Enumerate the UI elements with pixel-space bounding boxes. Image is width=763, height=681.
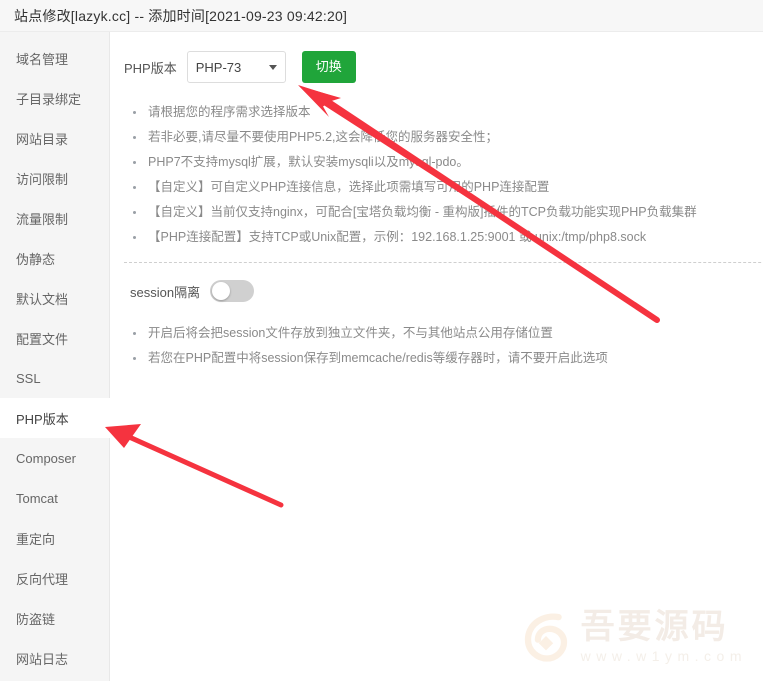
list-item: PHP7不支持mysql扩展，默认安装mysqli以及mysql-pdo。 bbox=[130, 150, 763, 175]
list-item: 若非必要,请尽量不要使用PHP5.2,这会降低您的服务器安全性； bbox=[130, 125, 763, 150]
session-isolation-toggle[interactable] bbox=[210, 280, 254, 302]
switch-version-button[interactable]: 切换 bbox=[302, 51, 356, 83]
php-version-selected-value: PHP-73 bbox=[196, 60, 242, 75]
workspace: 域名管理 子目录绑定 网站目录 访问限制 流量限制 伪静态 默认文档 配置文件 … bbox=[0, 32, 763, 681]
sidebar-item-anti-leech[interactable]: 防盗链 bbox=[0, 598, 109, 638]
window-title-bar: 站点修改[lazyk.cc] -- 添加时间[2021-09-23 09:42:… bbox=[0, 0, 763, 32]
sidebar-item-redirect[interactable]: 重定向 bbox=[0, 518, 109, 558]
list-item: 【自定义】当前仅支持nginx，可配合[宝塔负载均衡 - 重构版]插件的TCP负… bbox=[130, 200, 763, 225]
session-isolation-row: session隔离 bbox=[130, 277, 763, 305]
site-logo-icon bbox=[519, 609, 573, 663]
sidebar-item-label: 伪静态 bbox=[16, 249, 55, 268]
sidebar-item-label: SSL bbox=[16, 371, 41, 386]
chevron-down-icon bbox=[269, 65, 277, 70]
sidebar-item-label: PHP版本 bbox=[16, 409, 69, 428]
session-isolation-label: session隔离 bbox=[130, 282, 200, 301]
page-title: 站点修改[lazyk.cc] -- 添加时间[2021-09-23 09:42:… bbox=[14, 6, 347, 26]
sidebar-item-site-logs[interactable]: 网站日志 bbox=[0, 638, 109, 678]
sidebar-item-composer[interactable]: Composer bbox=[0, 438, 109, 478]
sidebar-item-tomcat[interactable]: Tomcat bbox=[0, 478, 109, 518]
php-version-select[interactable]: PHP-73 bbox=[187, 51, 286, 83]
sidebar-item-rewrite[interactable]: 伪静态 bbox=[0, 238, 109, 278]
sidebar-item-label: 重定向 bbox=[16, 529, 55, 548]
sidebar-item-domain-management[interactable]: 域名管理 bbox=[0, 38, 109, 78]
watermark-url: www.w1ym.com bbox=[581, 647, 747, 665]
sidebar-item-label: 域名管理 bbox=[16, 49, 68, 68]
list-item: 【PHP连接配置】支持TCP或Unix配置，示例：192.168.1.25:90… bbox=[130, 225, 763, 250]
sidebar-item-label: 网站日志 bbox=[16, 649, 68, 668]
sidebar-item-label: Composer bbox=[16, 451, 76, 466]
sidebar: 域名管理 子目录绑定 网站目录 访问限制 流量限制 伪静态 默认文档 配置文件 … bbox=[0, 32, 110, 681]
php-version-panel: PHP版本 PHP-73 切换 请根据您的程序需求选择版本 若非必要,请尽量不要… bbox=[110, 32, 763, 681]
sidebar-item-default-document[interactable]: 默认文档 bbox=[0, 278, 109, 318]
sidebar-item-label: 网站目录 bbox=[16, 129, 68, 148]
section-divider bbox=[124, 262, 763, 263]
watermark-title: 吾要源码 bbox=[581, 607, 747, 647]
sidebar-item-label: 访问限制 bbox=[16, 169, 68, 188]
list-item: 请根据您的程序需求选择版本 bbox=[130, 100, 763, 125]
php-tips-list: 请根据您的程序需求选择版本 若非必要,请尽量不要使用PHP5.2,这会降低您的服… bbox=[124, 100, 763, 250]
list-item: 【自定义】可自定义PHP连接信息，选择此项需填写可用的PHP连接配置 bbox=[130, 175, 763, 200]
sidebar-item-traffic-limit[interactable]: 流量限制 bbox=[0, 198, 109, 238]
sidebar-item-ssl[interactable]: SSL bbox=[0, 358, 109, 398]
sidebar-item-label: Tomcat bbox=[16, 491, 58, 506]
sidebar-item-label: 默认文档 bbox=[16, 289, 68, 308]
toggle-knob bbox=[212, 282, 230, 300]
sidebar-item-reverse-proxy[interactable]: 反向代理 bbox=[0, 558, 109, 598]
php-version-row: PHP版本 PHP-73 切换 bbox=[124, 50, 763, 84]
php-version-label: PHP版本 bbox=[124, 58, 177, 77]
sidebar-item-label: 配置文件 bbox=[16, 329, 68, 348]
list-item: 若您在PHP配置中将session保存到memcache/redis等缓存器时，… bbox=[130, 346, 763, 371]
sidebar-item-label: 反向代理 bbox=[16, 569, 68, 588]
sidebar-item-access-restriction[interactable]: 访问限制 bbox=[0, 158, 109, 198]
sidebar-item-php-version[interactable]: PHP版本 bbox=[0, 398, 111, 438]
sidebar-item-subdirectory-binding[interactable]: 子目录绑定 bbox=[0, 78, 109, 118]
sidebar-item-label: 流量限制 bbox=[16, 209, 68, 228]
watermark: 吾要源码 www.w1ym.com bbox=[519, 607, 747, 665]
list-item: 开启后将会把session文件存放到独立文件夹，不与其他站点公用存储位置 bbox=[130, 321, 763, 346]
sidebar-item-label: 子目录绑定 bbox=[16, 89, 81, 108]
sidebar-item-site-directory[interactable]: 网站目录 bbox=[0, 118, 109, 158]
session-tips-list: 开启后将会把session文件存放到独立文件夹，不与其他站点公用存储位置 若您在… bbox=[124, 321, 763, 371]
watermark-text: 吾要源码 www.w1ym.com bbox=[581, 607, 747, 665]
sidebar-item-label: 防盗链 bbox=[16, 609, 55, 628]
sidebar-item-config-file[interactable]: 配置文件 bbox=[0, 318, 109, 358]
